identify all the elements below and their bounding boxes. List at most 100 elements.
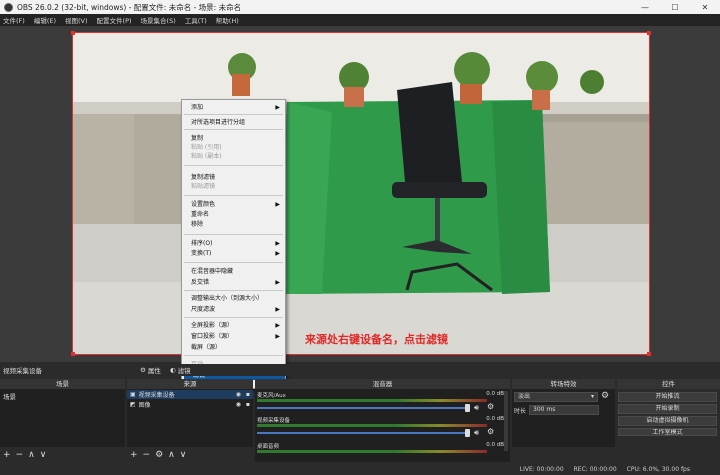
close-button[interactable]: ✕: [690, 0, 720, 14]
gear-icon[interactable]: ⚙: [487, 402, 494, 411]
properties-label: 属性: [147, 367, 161, 375]
context-menu-item[interactable]: 调整输出大小（到源大小）: [182, 294, 285, 303]
context-menu-item[interactable]: 全屏投影（源） ▶: [182, 321, 285, 330]
menu-edit[interactable]: 编辑(E): [34, 15, 56, 25]
menu-item-label: 重命名: [191, 211, 210, 218]
sources-list: ▣ 视频采集设备 ◉ ▪ ◩ 图像 ◉ ▪: [127, 389, 253, 447]
menu-tools[interactable]: 工具(T): [185, 15, 207, 25]
chevron-right-icon: ▶: [275, 104, 280, 111]
studio-mode-button[interactable]: 工作室模式: [618, 428, 717, 436]
context-menu-item[interactable]: 在混音器中隐藏: [182, 267, 285, 276]
start-streaming-button[interactable]: 开始推流: [618, 392, 717, 402]
menu-scene-collection[interactable]: 场景集合(S): [141, 15, 176, 25]
menu-help[interactable]: 帮助(H): [216, 15, 239, 25]
filters-button[interactable]: ◐ 滤镜: [170, 365, 191, 375]
menu-file[interactable]: 文件(F): [3, 15, 25, 25]
volume-slider[interactable]: [257, 407, 469, 409]
track-db: 0.0 dB: [486, 391, 504, 397]
eye-icon[interactable]: ◉: [236, 391, 241, 398]
track-name: 桌面音频: [257, 444, 280, 450]
source-item[interactable]: ▣ 视频采集设备 ◉ ▪: [127, 390, 253, 399]
volume-slider-handle[interactable]: [465, 404, 470, 412]
context-menu-item[interactable]: 添加 ▶: [182, 103, 285, 112]
rec-status: REC: 00:00:00: [573, 465, 617, 473]
context-menu-item[interactable]: 复制: [182, 134, 285, 143]
speaker-icon[interactable]: 🔊︎: [474, 403, 479, 413]
mixer-scrollbar[interactable]: [504, 391, 508, 451]
move-up-button[interactable]: ∧: [168, 450, 175, 460]
menu-item-label: 移除: [191, 221, 204, 228]
menu-separator: [184, 195, 283, 196]
context-menu-item[interactable]: 粘贴 (副本): [182, 152, 285, 161]
context-menu-item[interactable]: 粘贴滤镜: [182, 182, 285, 191]
menu-item-label: 复制滤镜: [191, 174, 216, 181]
context-menu-item[interactable]: 设置颜色 ▶: [182, 200, 285, 209]
obs-logo-icon: [4, 2, 13, 12]
scene-item[interactable]: 场景: [0, 389, 125, 403]
menu-item-label: 复制: [191, 135, 204, 142]
menu-item-label: 设置颜色: [191, 201, 216, 208]
add-source-button[interactable]: +: [130, 450, 138, 460]
context-menu-item[interactable]: 变换(T) ▶: [182, 249, 285, 258]
menu-separator: [184, 129, 283, 130]
menu-separator: [184, 262, 283, 263]
menu-view[interactable]: 视图(V): [65, 15, 88, 25]
lock-icon[interactable]: ▪: [246, 401, 250, 408]
context-menu-item[interactable]: 反交错 ▶: [182, 278, 285, 287]
remove-scene-button[interactable]: −: [16, 450, 24, 460]
context-menu-item[interactable]: 对所选项目进行分组: [182, 118, 285, 127]
gear-icon[interactable]: ⚙: [155, 450, 163, 460]
context-menu-item[interactable]: 窗口投影（源） ▶: [182, 332, 285, 341]
menu-item-label: 粘贴 (引用): [191, 144, 222, 151]
maximize-button[interactable]: ☐: [660, 0, 690, 14]
menu-bar: 文件(F) 编辑(E) 视图(V) 配置文件(P) 场景集合(S) 工具(T) …: [0, 14, 720, 26]
window-controls: — ☐ ✕: [630, 0, 720, 14]
chevron-down-icon: ▾: [590, 393, 594, 400]
source-label: 视频采集设备: [138, 392, 175, 399]
audio-meter: [257, 424, 487, 427]
track-db: 0.0 dB: [486, 442, 504, 448]
audio-mixer: 麦克风/Aux 0.0 dB 🔊︎ ⚙ 视频采集设备 0.0 dB 🔊︎ ⚙ 桌…: [255, 389, 510, 462]
properties-button[interactable]: ⚙ 属性: [140, 365, 161, 375]
move-down-button[interactable]: ∨: [180, 450, 187, 460]
menu-separator: [184, 165, 283, 166]
lock-icon[interactable]: ▪: [246, 391, 250, 398]
menu-item-label: 排序(O): [191, 240, 213, 247]
start-recording-button[interactable]: 开始录制: [618, 404, 717, 414]
camera-scene-image: [72, 32, 650, 355]
eye-icon[interactable]: ◉: [236, 401, 241, 408]
image-icon: ◩: [130, 401, 136, 408]
remove-source-button[interactable]: −: [143, 450, 151, 460]
context-menu-item[interactable]: 尺度滤波 ▶: [182, 305, 285, 314]
context-menu-item[interactable]: 复制滤镜: [182, 173, 285, 182]
transition-select[interactable]: 淡出 ▾: [514, 392, 598, 402]
track-db: 0.0 dB: [486, 416, 504, 422]
audio-meter: [257, 450, 487, 453]
menu-profile[interactable]: 配置文件(P): [97, 15, 132, 25]
add-scene-button[interactable]: +: [3, 450, 11, 460]
preview-video[interactable]: [72, 32, 650, 355]
context-menu-item[interactable]: 移除: [182, 220, 285, 229]
move-up-button[interactable]: ∧: [28, 450, 35, 460]
context-menu-item[interactable]: 排序(O) ▶: [182, 239, 285, 248]
scenes-list: 场景: [0, 389, 125, 447]
camera-icon: ▣: [130, 391, 136, 398]
move-down-button[interactable]: ∨: [40, 450, 47, 460]
volume-slider-handle[interactable]: [465, 429, 470, 437]
transition-select-value: 淡出: [518, 393, 531, 400]
volume-slider[interactable]: [257, 432, 469, 434]
scenes-dock-title: 场景: [0, 379, 125, 389]
gear-icon[interactable]: ⚙: [487, 427, 494, 436]
speaker-icon[interactable]: 🔊︎: [474, 428, 479, 438]
gear-icon[interactable]: ⚙: [601, 391, 609, 401]
context-menu-item[interactable]: 截屏（源）: [182, 343, 285, 352]
filters-label: 滤镜: [177, 367, 191, 375]
start-virtual-camera-button[interactable]: 启动虚拟摄像机: [618, 416, 717, 426]
context-menu-item[interactable]: 重命名: [182, 210, 285, 219]
source-item[interactable]: ◩ 图像 ◉ ▪: [127, 400, 253, 409]
source-label: 图像: [138, 402, 151, 409]
duration-input[interactable]: 300 ms: [529, 405, 599, 415]
minimize-button[interactable]: —: [630, 0, 660, 14]
context-menu-item[interactable]: 粘贴 (引用): [182, 143, 285, 152]
mixer-dock-title: 混音器: [255, 379, 510, 389]
